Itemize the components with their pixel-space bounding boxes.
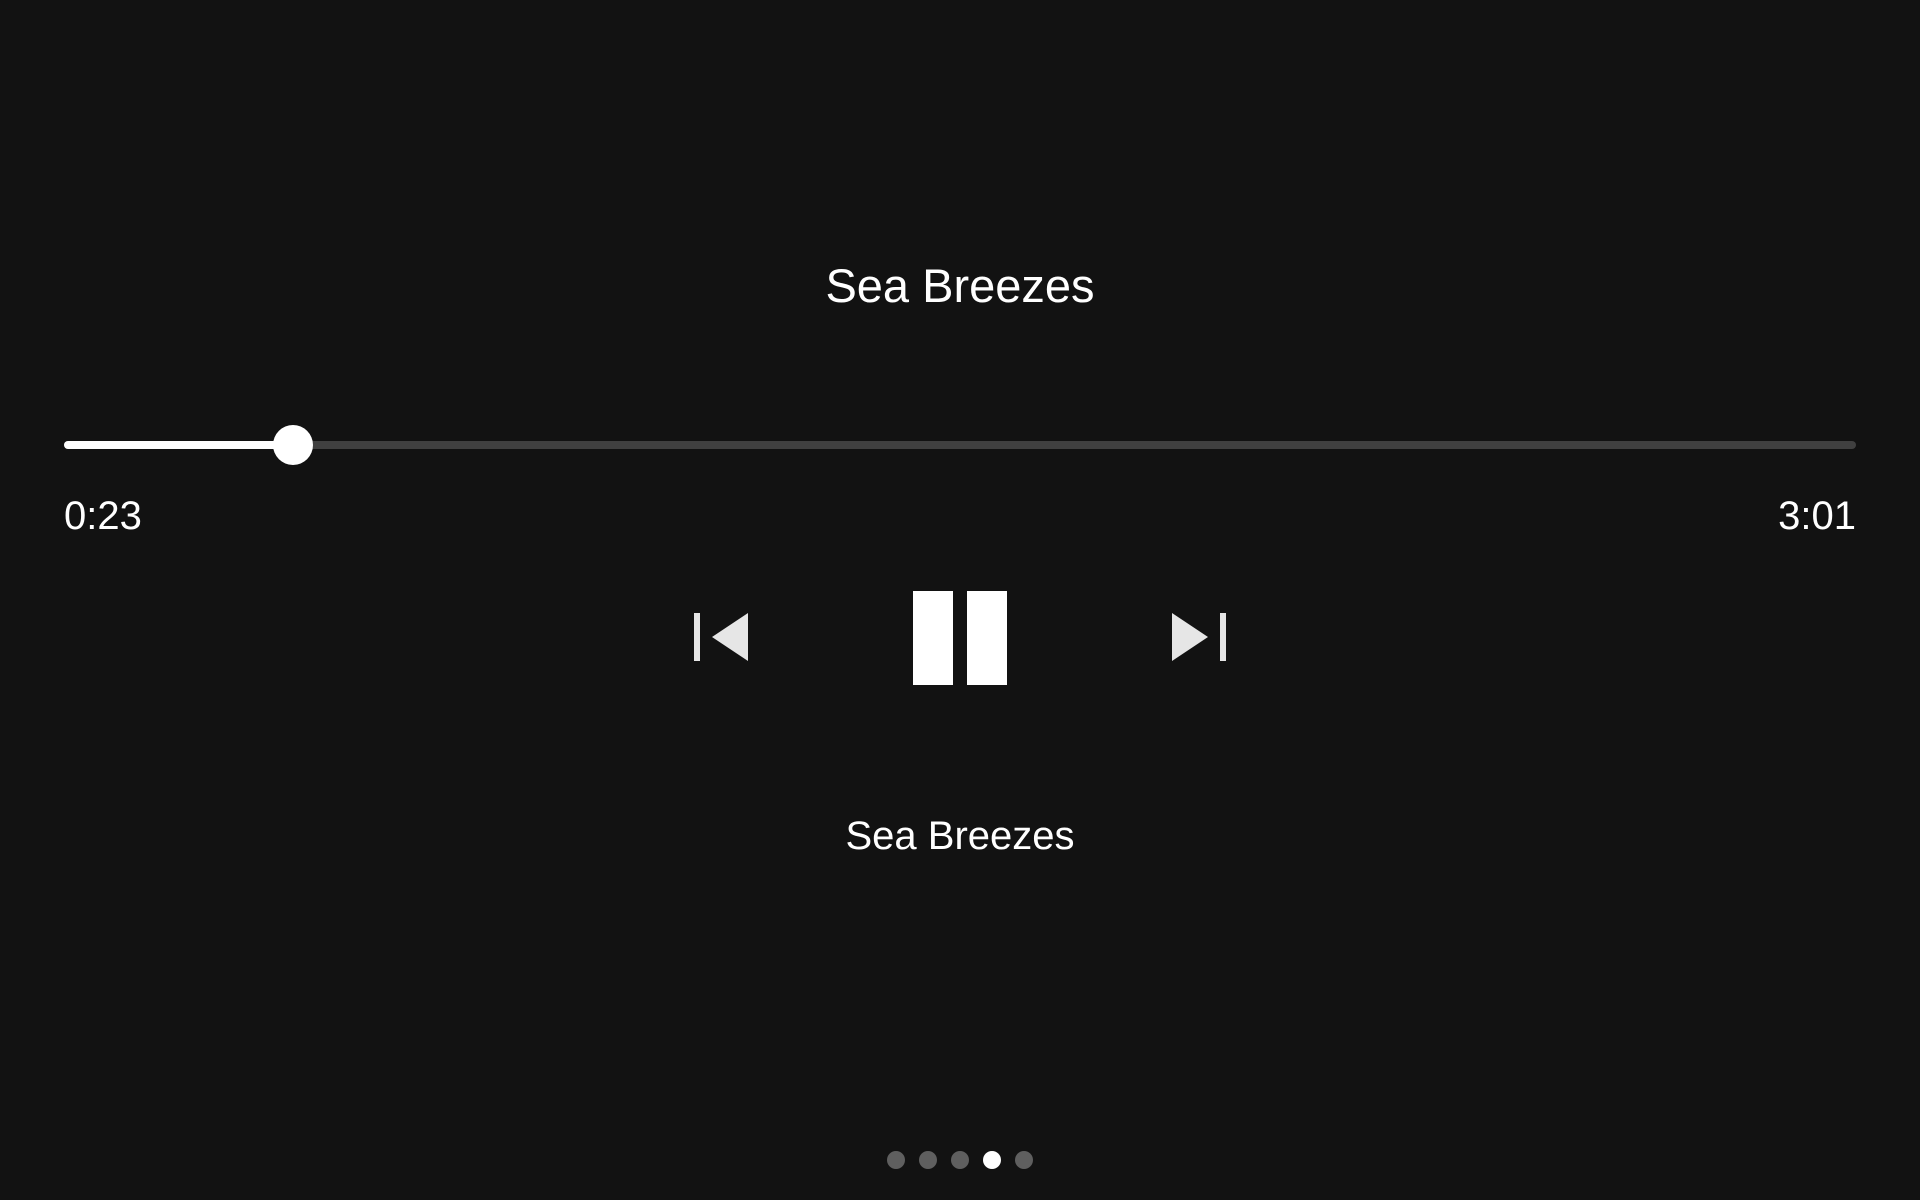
elapsed-time: 0:23 [64,494,142,538]
playback-controls [0,586,1920,686]
seek-bar[interactable] [64,425,1856,465]
seek-progress-fill [64,441,294,449]
pause-icon[interactable] [912,590,1008,686]
page-dot[interactable] [1015,1151,1033,1169]
seek-thumb[interactable] [273,425,314,465]
track-title: Sea Breezes [825,259,1095,312]
page-dot[interactable] [887,1151,905,1169]
page-dot[interactable] [919,1151,937,1169]
track-subtitle: Sea Breezes [845,814,1075,858]
page-dot-active[interactable] [983,1151,1001,1169]
seek-track[interactable] [64,441,1856,449]
page-dot[interactable] [951,1151,969,1169]
total-duration: 3:01 [1778,494,1856,538]
page-indicator [0,1151,1920,1169]
media-player-screen: Sea Breezes 0:23 3:01 Sea Breezes [0,0,1920,1200]
skip-previous-icon[interactable] [692,612,750,662]
skip-next-icon[interactable] [1170,612,1228,662]
